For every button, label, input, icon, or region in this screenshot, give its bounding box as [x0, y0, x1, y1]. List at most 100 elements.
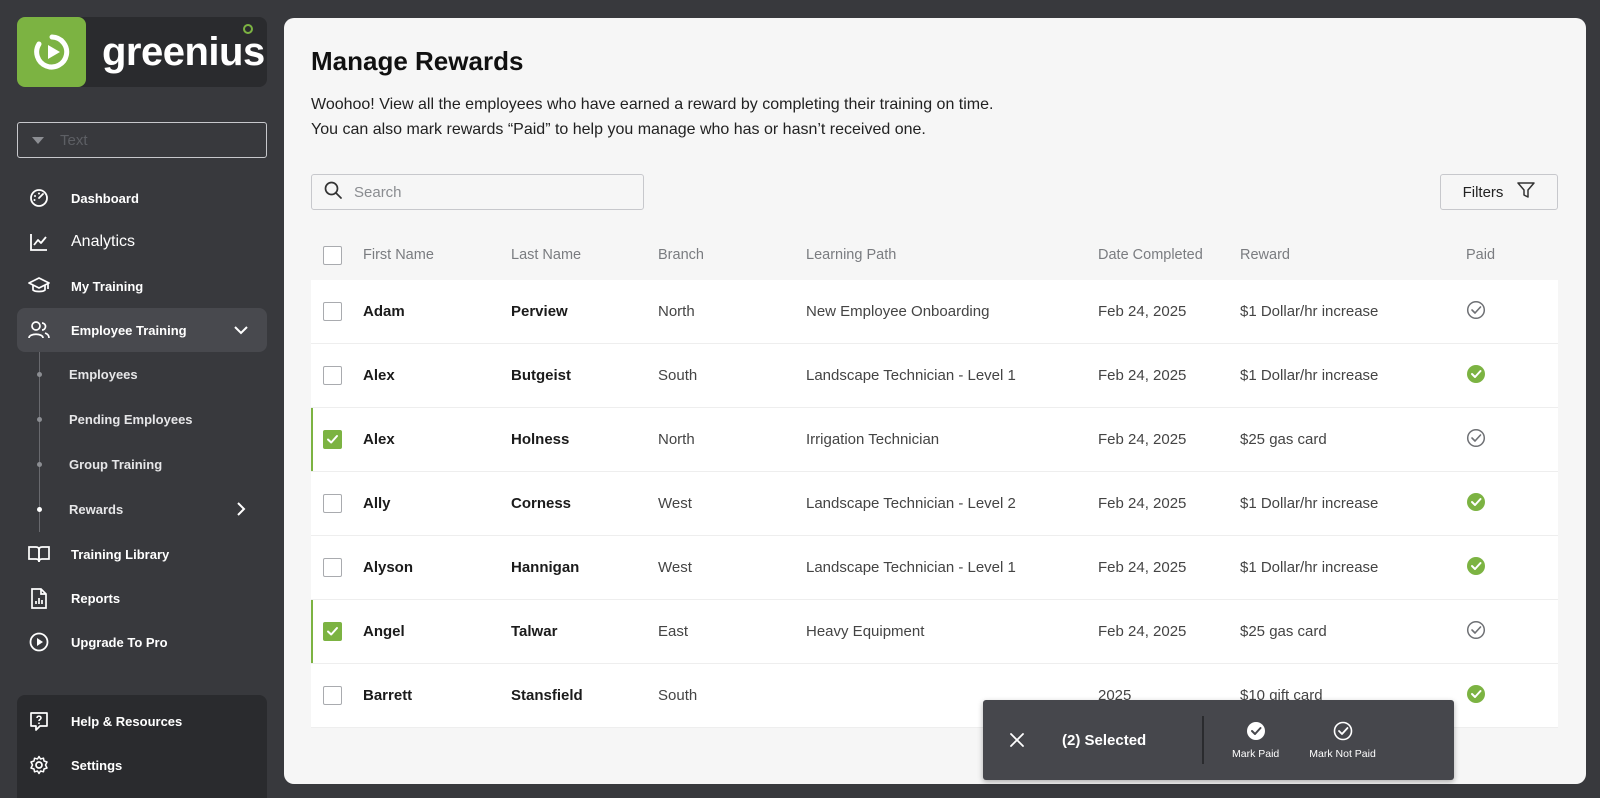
check-circle-filled-icon [1246, 721, 1265, 740]
cell-reward: $25 gas card [1240, 623, 1327, 640]
cell-first-name: Adam [363, 303, 405, 320]
nav-settings[interactable]: Settings [17, 743, 267, 787]
logo[interactable]: greenius [17, 17, 267, 87]
page-description: Woohoo! View all the employees who have … [311, 92, 993, 142]
row-checkbox-cell [311, 622, 363, 641]
header-last-name[interactable]: Last Name [511, 247, 658, 263]
sub-item-group-training[interactable]: Group Training [17, 442, 267, 487]
cell-learning-path: New Employee Onboarding [806, 303, 990, 320]
sub-item-rewards[interactable]: Rewards [17, 487, 267, 532]
cell-date-completed: Feb 24, 2025 [1098, 495, 1187, 512]
employee-training-submenu: Employees Pending Employees Group Traini… [17, 352, 267, 532]
cell-date-completed: Feb 24, 2025 [1098, 367, 1187, 384]
table-row[interactable]: Angel Talwar East Heavy Equipment Feb 24, 20… [311, 600, 1558, 664]
row-checkbox-cell [311, 686, 363, 705]
cell-last-name: Butgeist [511, 367, 571, 384]
select-all-checkbox[interactable] [323, 245, 342, 265]
paid-check-outline-icon[interactable] [1466, 300, 1486, 324]
table-row[interactable]: Alex Holness North Irrigation Technician Feb… [311, 408, 1558, 472]
mark-paid-button[interactable]: Mark Paid [1232, 721, 1279, 760]
header-learning-path[interactable]: Learning Path [806, 247, 1098, 263]
header-first-name[interactable]: First Name [363, 247, 511, 263]
nav-my-training[interactable]: My Training [17, 264, 267, 308]
sub-item-pending-employees[interactable]: Pending Employees [17, 397, 267, 442]
paid-check-outline-icon[interactable] [1466, 428, 1486, 452]
row-checkbox[interactable] [323, 558, 342, 577]
header-checkbox-cell [311, 245, 363, 265]
table-row[interactable]: Ally Corness West Landscape Technician - Le… [311, 472, 1558, 536]
cell-branch: North [658, 431, 695, 448]
rewards-table: First Name Last Name Branch Learning Pat… [311, 230, 1558, 728]
paid-check-filled-icon[interactable] [1466, 556, 1486, 580]
row-checkbox[interactable] [323, 686, 342, 705]
brand-name: greenius [102, 23, 265, 75]
cell-last-name: Perview [511, 303, 568, 320]
header-date-completed[interactable]: Date Completed [1098, 247, 1240, 263]
sub-item-label: Group Training [69, 457, 163, 472]
paid-check-outline-icon[interactable] [1466, 620, 1486, 644]
table-row[interactable]: Adam Perview North New Employee Onboarding F… [311, 280, 1558, 344]
nav-settings-label: Settings [71, 757, 123, 773]
nav-dashboard[interactable]: Dashboard [17, 176, 267, 220]
row-checkbox[interactable] [323, 366, 342, 385]
nav-employee-training[interactable]: Employee Training [17, 308, 267, 352]
header-branch[interactable]: Branch [658, 247, 806, 263]
org-select-placeholder: Text [60, 131, 88, 149]
paid-check-filled-icon[interactable] [1466, 684, 1486, 708]
page-description-line: Woohoo! View all the employees who have … [311, 96, 994, 113]
nav-upgrade-to-pro[interactable]: Upgrade To Pro [17, 620, 267, 664]
book-icon [28, 543, 50, 565]
row-checkbox[interactable] [323, 302, 342, 321]
cell-learning-path: Heavy Equipment [806, 623, 925, 640]
nav-training-library-label: Training Library [71, 546, 170, 562]
row-checkbox-cell [311, 558, 363, 577]
table-body: Adam Perview North New Employee Onboarding F… [311, 280, 1558, 728]
chevron-right-icon [233, 501, 249, 520]
bullet-icon [37, 507, 42, 512]
nav-dashboard-label: Dashboard [71, 190, 139, 206]
sub-item-label: Employees [69, 367, 138, 382]
search-input[interactable] [354, 183, 614, 201]
nav-training-library[interactable]: Training Library [17, 532, 267, 576]
report-icon [28, 587, 50, 609]
row-checkbox-cell [311, 430, 363, 449]
header-reward[interactable]: Reward [1240, 247, 1466, 263]
cell-paid [1466, 300, 1558, 324]
close-icon[interactable] [1010, 733, 1038, 747]
nav-my-training-label: My Training [71, 278, 144, 294]
sidebar: greenius Text Dashboard Analytics My Tra… [0, 0, 284, 798]
cell-first-name: Barrett [363, 687, 413, 704]
paid-check-filled-icon[interactable] [1466, 364, 1486, 388]
nav-analytics[interactable]: Analytics [17, 220, 267, 264]
cell-last-name: Holness [511, 431, 570, 448]
nav-reports-label: Reports [71, 590, 121, 606]
cell-branch: South [658, 687, 698, 704]
divider [1202, 716, 1204, 764]
table-row[interactable]: Alyson Hannigan West Landscape Technician -… [311, 536, 1558, 600]
selected-count: (2) Selected [1062, 731, 1147, 749]
search-box[interactable] [311, 174, 644, 210]
cell-date-completed: Feb 24, 2025 [1098, 623, 1187, 640]
table-row[interactable]: Alex Butgeist South Landscape Technician - … [311, 344, 1558, 408]
filters-button[interactable]: Filters [1440, 174, 1558, 210]
cell-reward: $1 Dollar/hr increase [1240, 495, 1379, 512]
nav-employee-training-label: Employee Training [71, 322, 187, 338]
nav-reports[interactable]: Reports [17, 576, 267, 620]
nav-help-resources[interactable]: Help & Resources [17, 699, 267, 743]
page-description-line: You can also mark rewards “Paid” to help… [311, 121, 926, 138]
cell-branch: North [658, 303, 695, 320]
header-paid[interactable]: Paid [1466, 247, 1558, 263]
chevron-down-icon[interactable] [233, 322, 249, 341]
caret-down-icon [32, 136, 44, 144]
mark-not-paid-button[interactable]: Mark Not Paid [1309, 721, 1376, 760]
users-icon [28, 319, 50, 341]
sub-item-employees[interactable]: Employees [17, 352, 267, 397]
paid-check-filled-icon[interactable] [1466, 492, 1486, 516]
row-checkbox[interactable] [323, 622, 342, 641]
cell-date-completed: Feb 24, 2025 [1098, 303, 1187, 320]
cell-learning-path: Landscape Technician - Level 2 [806, 495, 1016, 512]
cell-branch: East [658, 623, 689, 640]
row-checkbox[interactable] [323, 430, 342, 449]
row-checkbox[interactable] [323, 494, 342, 513]
org-select[interactable]: Text [17, 122, 267, 158]
